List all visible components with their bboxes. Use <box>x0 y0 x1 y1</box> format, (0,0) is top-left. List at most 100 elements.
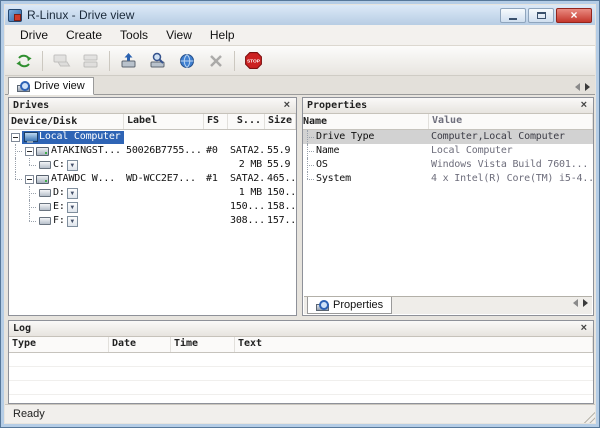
col-fs[interactable]: FS <box>204 114 228 129</box>
maximize-button[interactable] <box>528 7 554 23</box>
refresh-button[interactable] <box>10 48 37 73</box>
drive-row-d[interactable]: D: ▼ 1 MB 150... <box>9 186 296 200</box>
property-row-system[interactable]: System 4 x Intel(R) Core(TM) i5-4... <box>303 172 593 186</box>
device-start <box>228 130 265 144</box>
chevron-down-icon[interactable]: ▼ <box>66 187 78 199</box>
properties-panel-header[interactable]: Properties × <box>303 98 593 114</box>
properties-panel: Properties × Name Value Drive Type Compu… <box>302 97 594 316</box>
property-value: Local Computer <box>431 145 513 156</box>
title-bar[interactable]: R-Linux - Drive view × <box>5 5 595 25</box>
open-image-button[interactable] <box>115 48 142 73</box>
device-label <box>124 130 204 144</box>
app-window: R-Linux - Drive view × Drive Create Tool… <box>0 0 600 428</box>
refresh-icon <box>15 54 32 67</box>
menu-drive[interactable]: Drive <box>11 26 57 44</box>
partition-icon <box>39 189 51 197</box>
open-drive-files-button[interactable] <box>48 48 75 73</box>
drives-column-headers: Device/Disk Label FS S... Size <box>9 114 296 130</box>
col-type[interactable]: Type <box>9 337 109 352</box>
col-size[interactable]: Size <box>265 114 296 129</box>
property-value: Windows Vista Build 7601... <box>431 159 589 170</box>
create-image-button[interactable] <box>77 48 104 73</box>
web-help-button[interactable] <box>173 48 200 73</box>
scan-icon <box>150 52 164 67</box>
device-label <box>124 158 204 172</box>
chevron-down-icon[interactable]: ▼ <box>66 201 78 213</box>
tab-properties[interactable]: Properties <box>307 297 393 314</box>
device-label: WD-WCC2E7... <box>126 173 196 184</box>
scroll-right-icon[interactable] <box>583 299 588 307</box>
property-row-os[interactable]: OS Windows Vista Build 7601... <box>303 158 593 172</box>
collapse-icon[interactable] <box>11 132 20 142</box>
remove-device-button[interactable] <box>202 48 229 73</box>
resize-grip[interactable] <box>582 410 595 423</box>
close-drives-panel-icon[interactable]: × <box>282 100 292 111</box>
toolbar-separator <box>234 50 235 71</box>
property-name: Name <box>316 145 340 156</box>
tree-connector <box>25 186 37 200</box>
tab-nav <box>573 297 592 307</box>
drive-row-local-computer[interactable]: Local Computer <box>9 130 296 144</box>
drive-row-c[interactable]: C: ▼ 2 MB 55.9 ... <box>9 158 296 172</box>
tree-connector <box>303 172 316 186</box>
col-text[interactable]: Text <box>235 337 593 352</box>
drive-view-icon <box>17 80 30 92</box>
chevron-down-icon[interactable]: ▼ <box>66 159 78 171</box>
property-name: System <box>316 173 351 184</box>
log-panel-title: Log <box>13 323 32 334</box>
partition-icon <box>39 203 51 211</box>
tree-connector <box>11 144 23 158</box>
hard-disk-icon <box>36 174 49 184</box>
chevron-down-icon[interactable]: ▼ <box>66 215 78 227</box>
maximize-icon <box>536 11 546 19</box>
close-properties-panel-icon[interactable]: × <box>579 100 589 111</box>
drive-row-f[interactable]: F: ▼ 308... 157... <box>9 214 296 228</box>
menu-help[interactable]: Help <box>201 26 244 44</box>
drives-panel-header[interactable]: Drives × <box>9 98 296 114</box>
col-name[interactable]: Name <box>303 114 429 129</box>
tab-label: Properties <box>333 299 384 311</box>
menu-create[interactable]: Create <box>57 26 111 44</box>
col-date[interactable]: Date <box>109 337 171 352</box>
close-log-panel-icon[interactable]: × <box>579 323 589 334</box>
stop-button[interactable]: STOP <box>240 48 267 73</box>
col-label[interactable]: Label <box>124 114 204 129</box>
log-column-headers: Type Date Time Text <box>9 337 593 353</box>
collapse-icon[interactable] <box>25 174 34 184</box>
collapse-icon[interactable] <box>25 146 34 156</box>
tree-connector <box>25 214 37 228</box>
property-name: Drive Type <box>316 131 375 142</box>
device-name: F: <box>53 215 65 226</box>
minimize-button[interactable] <box>500 7 526 23</box>
device-name: C: <box>53 159 65 170</box>
properties-column-headers: Name Value <box>303 114 593 130</box>
log-panel: Log × Type Date Time Text <box>8 320 594 404</box>
scroll-left-icon[interactable] <box>573 299 578 307</box>
partition-icon <box>39 161 51 169</box>
menu-tools[interactable]: Tools <box>111 26 157 44</box>
tab-drive-view[interactable]: Drive view <box>8 77 94 95</box>
property-row-drive-type[interactable]: Drive Type Computer,Local Computer <box>303 130 593 144</box>
window-controls: × <box>500 7 592 23</box>
close-button[interactable]: × <box>556 7 592 23</box>
col-time[interactable]: Time <box>171 337 235 352</box>
col-device-disk[interactable]: Device/Disk <box>9 114 124 129</box>
toolbar-separator <box>42 50 43 71</box>
status-text: Ready <box>13 408 45 420</box>
scroll-left-icon[interactable] <box>575 83 580 91</box>
scroll-right-icon[interactable] <box>585 83 590 91</box>
property-row-name[interactable]: Name Local Computer <box>303 144 593 158</box>
log-panel-header[interactable]: Log × <box>9 321 593 337</box>
remove-icon <box>209 54 222 67</box>
drive-row-disk1[interactable]: ATAWDC W... WD-WCC2E7... #1 SATA2... 465… <box>9 172 296 186</box>
drive-row-e[interactable]: E: ▼ 150... 158... <box>9 200 296 214</box>
drive-row-disk0[interactable]: ATAKINGST... 50026B7755... #0 SATA2... 5… <box>9 144 296 158</box>
col-start[interactable]: S... <box>228 114 265 129</box>
col-value[interactable]: Value <box>429 114 593 129</box>
tree-connector <box>11 158 23 172</box>
minimize-icon <box>509 17 517 20</box>
status-bar: Ready <box>5 404 595 423</box>
scan-button[interactable] <box>144 48 171 73</box>
menu-view[interactable]: View <box>157 26 201 44</box>
